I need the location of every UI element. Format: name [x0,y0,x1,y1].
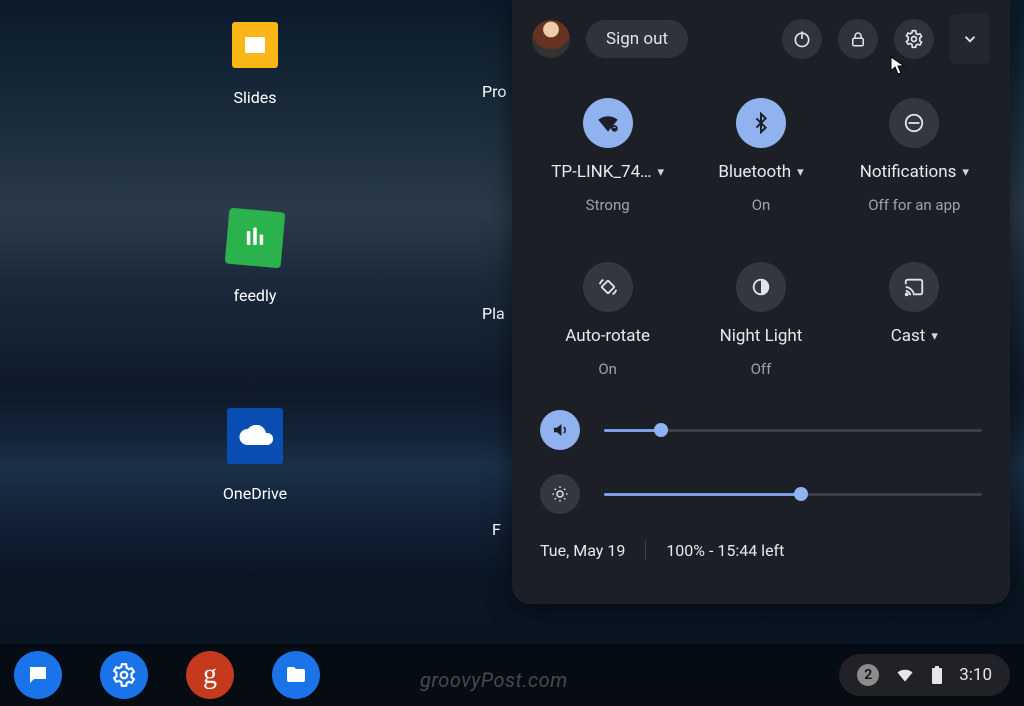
desktop-icon-label: OneDrive [195,484,315,503]
quick-settings-footer: Tue, May 19 100% - 15:44 left [512,522,1010,560]
wifi-label[interactable]: TP-LINK_74…▾ [551,162,664,182]
slider-thumb[interactable] [794,487,808,501]
notification-count-badge: 2 [857,664,879,686]
qs-tile-autorotate: Auto-rotate On [536,262,679,378]
nightlight-label[interactable]: Night Light [720,326,803,346]
wifi-status: Strong [586,196,630,214]
cast-toggle[interactable] [889,262,939,312]
desktop-icon-label: Slides [195,88,315,107]
avatar[interactable] [532,20,570,58]
qs-tile-notifications: Notifications▾ Off for an app [843,98,986,214]
shelf-settings-button[interactable] [100,651,148,699]
shelf-app-g-button[interactable]: g [186,651,234,699]
clock-text: 3:10 [959,665,992,685]
lock-button[interactable] [838,19,878,59]
notifications-toggle[interactable] [889,98,939,148]
caret-icon: ▾ [797,165,804,180]
feedly-icon [225,208,286,269]
shelf: g 2 3:10 [0,644,1024,706]
brightness-button[interactable] [540,474,580,514]
nightlight-toggle[interactable] [736,262,786,312]
partial-label: Pro [482,82,506,101]
battery-text: 100% - 15:44 left [666,541,784,560]
desktop-icon-onedrive[interactable]: OneDrive [195,408,315,503]
quick-settings-grid: TP-LINK_74…▾ Strong Bluetooth▾ On Notifi… [512,74,1010,388]
power-button[interactable] [782,19,822,59]
volume-slider[interactable] [604,429,982,432]
bluetooth-toggle[interactable] [736,98,786,148]
quick-settings-panel: Sign out TP-LINK_74…▾ Strong Bl [512,0,1010,604]
shelf-pinned-apps: g [14,651,320,699]
onedrive-icon [227,408,283,464]
quick-settings-header: Sign out [512,0,1010,74]
nightlight-status: Off [751,360,772,378]
wifi-icon [895,665,915,685]
volume-row [540,410,982,450]
brightness-row [540,474,982,514]
autorotate-label[interactable]: Auto-rotate [565,326,650,346]
partial-label: Pla [482,304,505,323]
caret-icon: ▾ [931,329,938,344]
sliders-section [512,388,1010,522]
autorotate-toggle[interactable] [583,262,633,312]
partial-label: F [492,520,501,539]
notifications-status: Off for an app [868,196,960,214]
volume-button[interactable] [540,410,580,450]
slides-icon [232,22,278,68]
shelf-messages-button[interactable] [14,651,62,699]
desktop-icon-label: feedly [195,286,315,305]
qs-tile-bluetooth: Bluetooth▾ On [689,98,832,214]
date-text: Tue, May 19 [540,541,625,560]
bluetooth-label[interactable]: Bluetooth▾ [718,162,803,182]
collapse-button[interactable] [950,14,990,64]
desktop-icon-feedly[interactable]: feedly [195,210,315,305]
qs-tile-nightlight: Night Light Off [689,262,832,378]
qs-tile-cast: Cast▾ [843,262,986,378]
battery-icon [931,665,943,685]
brightness-slider[interactable] [604,493,982,496]
separator [645,540,646,560]
notifications-label[interactable]: Notifications▾ [860,162,969,182]
desktop-icon-slides[interactable]: Slides [195,22,315,107]
caret-icon: ▾ [962,165,969,180]
settings-button[interactable] [894,19,934,59]
cast-label[interactable]: Cast▾ [891,326,938,346]
qs-tile-wifi: TP-LINK_74…▾ Strong [536,98,679,214]
sign-out-button[interactable]: Sign out [586,20,688,58]
autorotate-status: On [598,360,617,378]
wifi-toggle[interactable] [583,98,633,148]
caret-icon: ▾ [658,165,665,180]
slider-thumb[interactable] [654,423,668,437]
bluetooth-status: On [752,196,771,214]
system-tray[interactable]: 2 3:10 [839,654,1010,696]
shelf-files-button[interactable] [272,651,320,699]
